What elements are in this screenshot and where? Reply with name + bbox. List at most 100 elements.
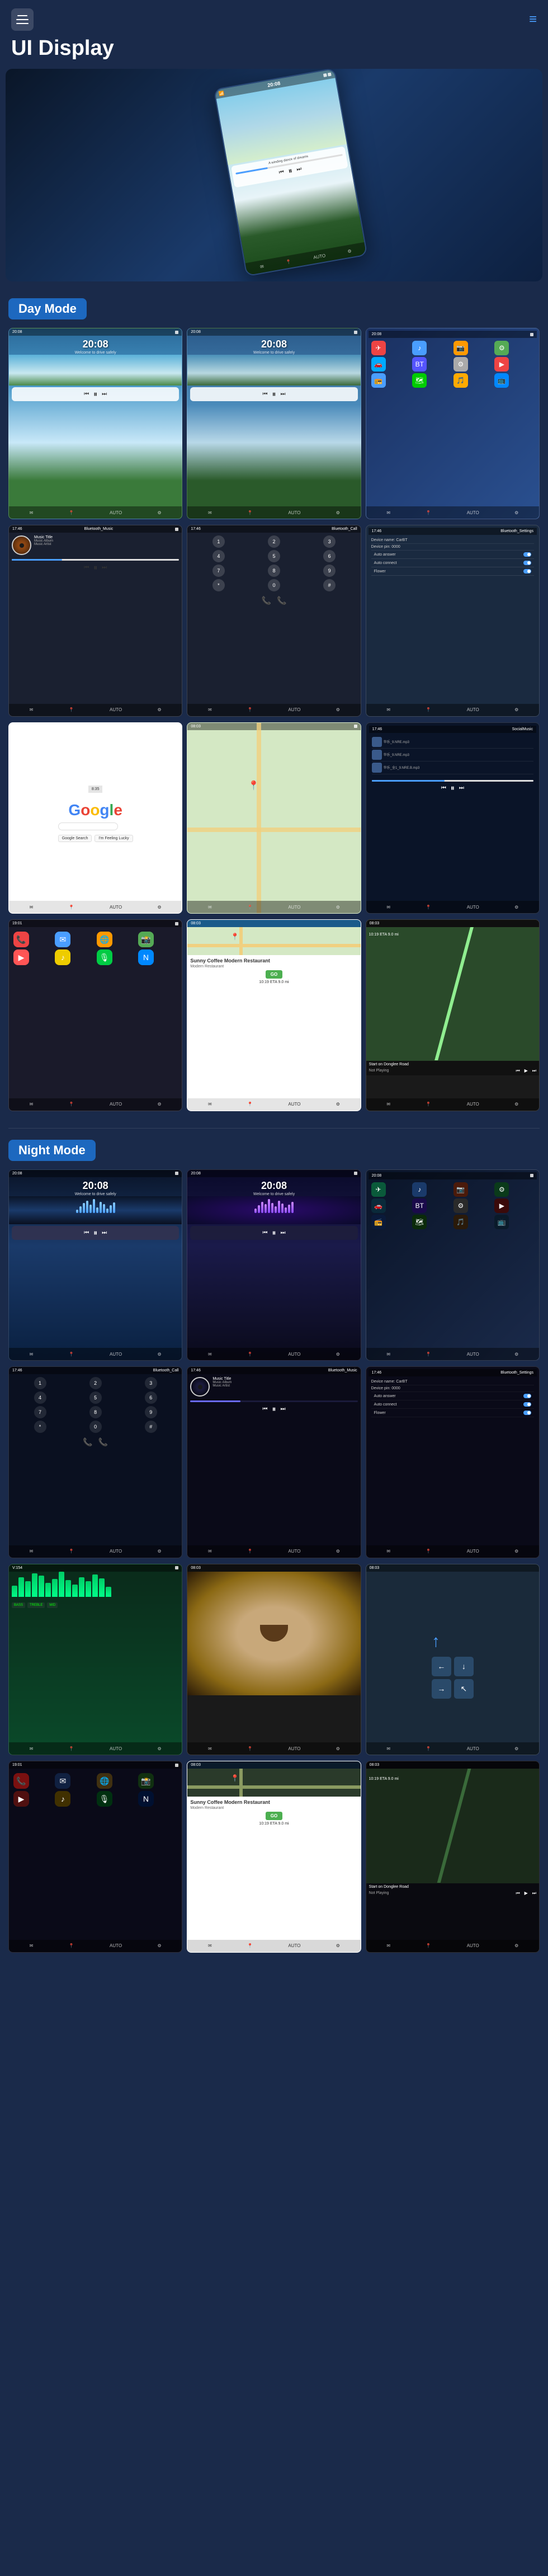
nnp-nav-2[interactable]: 📍 [426,1943,431,1948]
app-icon-phone[interactable]: 📷 [453,341,468,355]
iph-spotify[interactable]: ♪ [55,949,70,965]
na-app-1[interactable]: ✈ [371,1182,386,1197]
niph-facetime[interactable]: 📸 [138,1773,154,1789]
np-prev[interactable]: ⏮ [516,1068,519,1074]
n-dial-6[interactable]: 6 [145,1392,157,1404]
np-play[interactable]: ▶ [525,1068,528,1073]
np-controls[interactable]: ⏮ ▶ ⏭ [516,1068,536,1074]
nbtm-nav-4[interactable]: ⚙ [336,1549,340,1554]
nbtc-nav-2[interactable]: 📍 [69,1549,74,1554]
dial-4[interactable]: 4 [212,550,225,562]
d3-nav-2[interactable]: 📍 [426,510,431,515]
nm1-next[interactable]: ⏭ [102,1230,107,1236]
nbts-nav-2[interactable]: 📍 [426,1549,431,1554]
dial-2[interactable]: 2 [268,535,280,548]
n-dial-hash[interactable]: # [145,1421,157,1433]
iph-nav-1[interactable]: ✉ [30,1102,34,1107]
bts-answer-toggle[interactable] [523,552,531,557]
app-icon-telegram[interactable]: ✈ [371,341,386,355]
na-app-9[interactable]: 📻 [371,1215,386,1229]
social-nav-1[interactable]: ✉ [386,905,390,910]
bts-nav-2[interactable]: 📍 [426,707,431,712]
d2-nav-3[interactable]: AUTO [288,510,300,515]
na-app-4[interactable]: ⚙ [494,1182,509,1197]
n-dial-0[interactable]: 0 [89,1421,102,1433]
d2-prev[interactable]: ⏮ [262,391,267,397]
btm-controls[interactable]: ⏮ ⏸ ⏭ [9,563,182,572]
nm1-play[interactable]: ⏸ [93,1228,97,1238]
n-dial-4[interactable]: 4 [34,1392,46,1404]
np-next[interactable]: ⏭ [532,1068,536,1074]
bts-nav-3[interactable]: AUTO [467,707,479,712]
bts-flower-toggle[interactable] [523,569,531,574]
iph-nav-4[interactable]: ⚙ [157,1102,161,1107]
iph-youtube[interactable]: ▶ [13,949,29,965]
np-nav-4[interactable]: ⚙ [514,1102,518,1107]
google-nav-4[interactable]: ⚙ [157,905,161,910]
social-controls[interactable]: ⏮ ⏸ ⏭ [372,783,533,793]
eq-nav-2[interactable]: 📍 [69,1746,74,1751]
d1-prev[interactable]: ⏮ [84,391,89,397]
btc-answer[interactable]: 📞 [277,596,286,605]
nbtc-answer[interactable]: 📞 [98,1437,108,1447]
dial-hash[interactable]: # [323,579,336,591]
nbts-nav-3[interactable]: AUTO [467,1549,479,1554]
niph-messages[interactable]: ✉ [55,1773,70,1789]
nbtc-hangup[interactable]: 📞 [83,1437,92,1447]
nm1-nav-2[interactable]: 📍 [69,1352,74,1357]
google-lucky-btn[interactable]: I'm Feeling Lucky [95,835,133,842]
app-icon-music[interactable]: ♪ [412,341,427,355]
map-nav-2[interactable]: 📍 [247,905,253,910]
eq-nav-1[interactable]: ✉ [30,1746,34,1751]
hands-nav-2[interactable]: 📍 [247,1746,253,1751]
na-nav-1[interactable]: ✉ [386,1352,390,1357]
nm2-nav-2[interactable]: 📍 [247,1352,253,1357]
dial-9[interactable]: 9 [323,565,336,577]
turn-down[interactable]: ↓ [454,1657,474,1676]
niph-nav-1[interactable]: ✉ [30,1943,34,1948]
app-icon-maps[interactable]: ⚙ [494,341,509,355]
nbtc-nav-3[interactable]: AUTO [110,1549,122,1554]
app-icon-waze[interactable]: 🚗 [371,357,386,372]
nnp-play[interactable]: ▶ [525,1891,528,1896]
na-nav-4[interactable]: ⚙ [514,1352,518,1357]
btc-call-controls[interactable]: 📞 📞 [187,594,360,607]
n-dial-3[interactable]: 3 [145,1377,157,1389]
social-prev[interactable]: ⏮ [441,785,446,791]
nbts-connect-toggle[interactable] [523,1402,531,1407]
google-search-btn[interactable]: Google Search [58,835,92,842]
nbts-nav-4[interactable]: ⚙ [514,1549,518,1554]
iph-nav-2[interactable]: 📍 [69,1102,74,1107]
nnp-next[interactable]: ⏭ [532,1891,536,1896]
nbts-flower-toggle[interactable] [523,1411,531,1415]
na-app-3[interactable]: 📷 [453,1182,468,1197]
nnp-prev[interactable]: ⏮ [516,1891,519,1896]
social-nav-4[interactable]: ⚙ [514,905,518,910]
menu-icon[interactable] [11,8,34,31]
niph-safari[interactable]: 🌐 [97,1773,112,1789]
d1-controls[interactable]: ⏮ ⏸ ⏭ [15,389,176,399]
social-item-2[interactable]: 华乐_9.NRE.mp3 [372,749,533,761]
social-item-3[interactable]: 华乐_全1_9.NRE.B.mp3 [372,761,533,774]
google-nav-3[interactable]: AUTO [110,905,122,910]
btc-nav-4[interactable]: ⚙ [336,707,340,712]
btm-nav-1[interactable]: ✉ [30,707,34,712]
cof-nav-4[interactable]: ⚙ [336,1102,340,1107]
nm2-prev[interactable]: ⏮ [262,1230,267,1236]
nm1-nav-3[interactable]: AUTO [110,1352,122,1357]
nnp-nav-1[interactable]: ✉ [386,1943,390,1948]
n-dial-5[interactable]: 5 [89,1392,102,1404]
na-app-5[interactable]: 🚗 [371,1198,386,1213]
turn-nav-4[interactable]: ⚙ [514,1746,518,1751]
n-dial-9[interactable]: 9 [145,1406,157,1418]
d2-next[interactable]: ⏭ [280,391,285,397]
d2-nav-4[interactable]: ⚙ [336,510,340,515]
nbtm-next[interactable]: ⏭ [280,1406,285,1412]
eq-preset-1[interactable]: BASS [12,1602,25,1608]
d3-nav-3[interactable]: AUTO [467,510,479,515]
niph-youtube[interactable]: ▶ [13,1791,29,1807]
btc-nav-1[interactable]: ✉ [208,707,212,712]
dial-3[interactable]: 3 [323,535,336,548]
app-icon-radio[interactable]: 📻 [371,373,386,388]
google-search-bar[interactable] [58,822,118,830]
